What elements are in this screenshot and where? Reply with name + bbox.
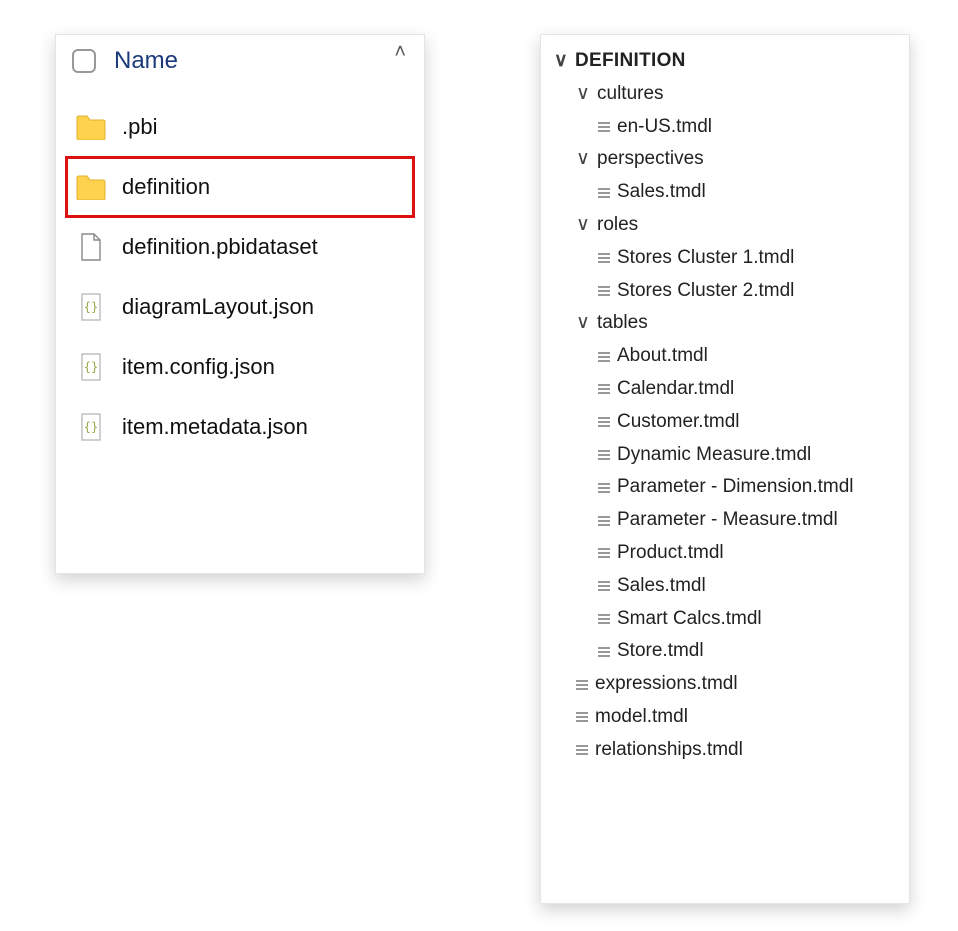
select-all-checkbox[interactable]: [72, 49, 96, 73]
tree-file[interactable]: en-US.tmdl: [541, 111, 909, 144]
file-lines-icon: [597, 546, 611, 560]
tree-label: Dynamic Measure.tmdl: [617, 444, 811, 467]
tree-file[interactable]: expressions.tmdl: [541, 668, 909, 701]
tree-label: roles: [597, 214, 638, 237]
tree-folder-tables[interactable]: ∨ tables: [541, 307, 909, 340]
tree-file[interactable]: Parameter - Dimension.tmdl: [541, 471, 909, 504]
tree-label: cultures: [597, 83, 664, 106]
json-item-diagramlayout-json[interactable]: {} diagramLayout.json: [66, 277, 414, 337]
file-lines-icon: [597, 514, 611, 528]
tree-label: Product.tmdl: [617, 542, 724, 565]
tree-label: tables: [597, 312, 648, 335]
tree-file[interactable]: relationships.tmdl: [541, 734, 909, 767]
svg-text:{}: {}: [84, 360, 98, 374]
tree-file[interactable]: Calendar.tmdl: [541, 373, 909, 406]
svg-text:{}: {}: [84, 300, 98, 314]
file-lines-icon: [597, 186, 611, 200]
tree-label: DEFINITION: [575, 50, 686, 73]
json-item-item-config-json[interactable]: {} item.config.json: [66, 337, 414, 397]
tree-label: Parameter - Measure.tmdl: [617, 509, 838, 532]
file-lines-icon: [597, 382, 611, 396]
tree-label: Smart Calcs.tmdl: [617, 608, 762, 631]
file-icon: [76, 233, 106, 261]
tree-label: relationships.tmdl: [595, 739, 743, 762]
tree-file[interactable]: Sales.tmdl: [541, 176, 909, 209]
file-label: definition: [122, 174, 210, 200]
file-lines-icon: [575, 743, 589, 757]
tree-file[interactable]: model.tmdl: [541, 701, 909, 734]
folder-icon: [76, 113, 106, 141]
chevron-down-icon: ∨: [575, 148, 591, 171]
tree-label: About.tmdl: [617, 345, 708, 368]
json-icon: {}: [76, 293, 106, 321]
json-item-item-metadata-json[interactable]: {} item.metadata.json: [66, 397, 414, 457]
file-lines-icon: [597, 284, 611, 298]
file-lines-icon: [597, 645, 611, 659]
folder-icon: [76, 173, 106, 201]
file-label: item.metadata.json: [122, 414, 308, 440]
file-explorer-panel: Name ˄ .pbi definition definition.pbidat…: [55, 34, 425, 574]
tree-label: en-US.tmdl: [617, 116, 712, 139]
name-column-header[interactable]: Name: [114, 47, 178, 75]
tree-file[interactable]: Stores Cluster 2.tmdl: [541, 275, 909, 308]
file-label: diagramLayout.json: [122, 294, 314, 320]
chevron-down-icon: ∨: [575, 214, 591, 237]
tree-file[interactable]: About.tmdl: [541, 340, 909, 373]
file-lines-icon: [597, 251, 611, 265]
tree-folder-roles[interactable]: ∨ roles: [541, 209, 909, 242]
file-label: item.config.json: [122, 354, 275, 380]
tree-file[interactable]: Dynamic Measure.tmdl: [541, 439, 909, 472]
svg-text:{}: {}: [84, 420, 98, 434]
tree-folder-cultures[interactable]: ∨ cultures: [541, 78, 909, 111]
tree-label: model.tmdl: [595, 706, 688, 729]
folder-item--pbi[interactable]: .pbi: [66, 97, 414, 157]
file-label: .pbi: [122, 114, 157, 140]
tree-file[interactable]: Stores Cluster 1.tmdl: [541, 242, 909, 275]
file-label: definition.pbidataset: [122, 234, 318, 260]
file-lines-icon: [597, 415, 611, 429]
tree-label: Store.tmdl: [617, 640, 704, 663]
tree-file[interactable]: Store.tmdl: [541, 635, 909, 668]
sort-caret-icon[interactable]: ˄: [394, 41, 406, 64]
tree-label: Stores Cluster 2.tmdl: [617, 280, 794, 303]
file-lines-icon: [575, 710, 589, 724]
file-lines-icon: [575, 678, 589, 692]
json-icon: {}: [76, 353, 106, 381]
tree-label: Calendar.tmdl: [617, 378, 734, 401]
tree-label: expressions.tmdl: [595, 673, 738, 696]
chevron-down-icon: ∨: [553, 50, 569, 73]
tree-file[interactable]: Parameter - Measure.tmdl: [541, 504, 909, 537]
tree-folder-perspectives[interactable]: ∨ perspectives: [541, 143, 909, 176]
file-lines-icon: [597, 350, 611, 364]
file-lines-icon: [597, 120, 611, 134]
tree-file[interactable]: Customer.tmdl: [541, 406, 909, 439]
file-lines-icon: [597, 481, 611, 495]
folder-item-definition[interactable]: definition: [66, 157, 414, 217]
tree-label: perspectives: [597, 148, 704, 171]
file-lines-icon: [597, 579, 611, 593]
definition-tree-panel: ∨ DEFINITION ∨ cultures en-US.tmdl ∨ perspect…: [540, 34, 910, 904]
root[interactable]: ∨ DEFINITION: [541, 45, 909, 78]
tree-file[interactable]: Smart Calcs.tmdl: [541, 603, 909, 636]
chevron-down-icon: ∨: [575, 83, 591, 106]
tree-label: Customer.tmdl: [617, 411, 739, 434]
file-explorer-header: Name ˄: [56, 35, 424, 93]
tree-label: Parameter - Dimension.tmdl: [617, 476, 854, 499]
file-lines-icon: [597, 612, 611, 626]
json-icon: {}: [76, 413, 106, 441]
file-lines-icon: [597, 448, 611, 462]
tree-file[interactable]: Sales.tmdl: [541, 570, 909, 603]
file-item-definition-pbidataset[interactable]: definition.pbidataset: [66, 217, 414, 277]
tree-label: Sales.tmdl: [617, 181, 706, 204]
tree-file[interactable]: Product.tmdl: [541, 537, 909, 570]
tree-label: Stores Cluster 1.tmdl: [617, 247, 794, 270]
tree-label: Sales.tmdl: [617, 575, 706, 598]
chevron-down-icon: ∨: [575, 312, 591, 335]
